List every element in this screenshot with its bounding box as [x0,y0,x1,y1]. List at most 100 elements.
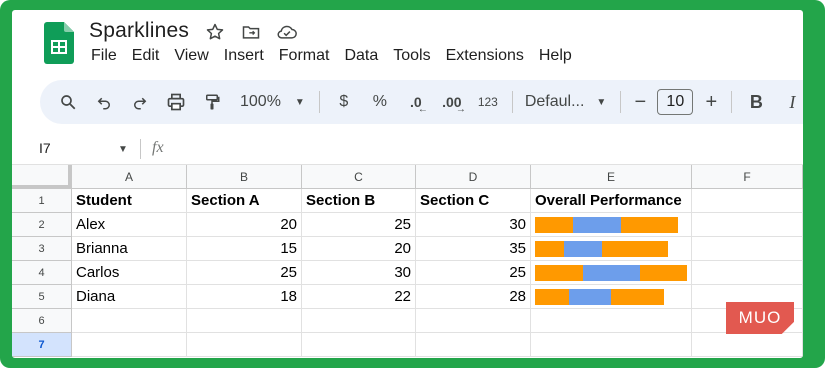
cell-e2[interactable] [531,213,692,237]
document-title[interactable]: Sparklines [89,19,189,43]
cell-d5[interactable]: 28 [416,285,531,309]
sparkline-segment-section-c [601,240,668,257]
cell-e6[interactable] [531,309,692,333]
row-header-5[interactable]: 5 [12,285,72,309]
row-header-7[interactable]: 7 [12,333,72,357]
column-header-a[interactable]: A [72,165,187,189]
decrease-decimal-button[interactable]: .0 ← [398,87,434,117]
cell-d4[interactable]: 25 [416,261,531,285]
search-menus-icon[interactable] [50,87,86,117]
cell-e4[interactable] [531,261,692,285]
name-box[interactable]: I7 [39,140,51,156]
cell-c2[interactable]: 25 [302,213,416,237]
cell-d7[interactable] [416,333,531,357]
sparkline-bar [535,216,687,233]
number-format-button[interactable]: 123 [470,87,506,117]
cell-a7[interactable] [72,333,187,357]
paint-format-icon[interactable] [194,87,230,117]
font-size-input[interactable]: 10 [657,89,694,115]
cell-a2[interactable]: Alex [72,213,187,237]
cell-b1[interactable]: Section A [187,189,302,213]
bold-button[interactable]: B [738,87,774,117]
move-folder-icon[interactable] [240,21,262,43]
zoom-select[interactable]: 100% ▼ [240,87,305,117]
name-box-dropdown-icon[interactable]: ▼ [118,144,128,155]
column-header-b[interactable]: B [187,165,302,189]
cell-c5[interactable]: 22 [302,285,416,309]
cell-f1[interactable] [692,189,803,213]
print-icon[interactable] [158,87,194,117]
cell-b3[interactable]: 15 [187,237,302,261]
cell-c1[interactable]: Section B [302,189,416,213]
redo-icon[interactable] [122,87,158,117]
cell-a6[interactable] [72,309,187,333]
font-select[interactable]: Defaul... ▼ [525,87,607,117]
sparkline-segment-section-a [535,288,570,305]
menu-extensions[interactable]: Extensions [446,47,532,65]
column-header-c[interactable]: C [302,165,416,189]
cell-b5[interactable]: 18 [187,285,302,309]
menu-insert[interactable]: Insert [224,47,272,65]
row-header-3[interactable]: 3 [12,237,72,261]
cell-a3[interactable]: Brianna [72,237,187,261]
currency-format-button[interactable]: $ [326,87,362,117]
sheets-logo-icon[interactable] [44,22,74,64]
select-all-corner[interactable] [12,165,72,189]
column-header-e[interactable]: E [531,165,692,189]
cell-d2[interactable]: 30 [416,213,531,237]
cell-c4[interactable]: 30 [302,261,416,285]
menu-file[interactable]: File [91,47,125,65]
cell-f4[interactable] [692,261,803,285]
table-row: 7 [12,333,803,357]
row-header-6[interactable]: 6 [12,309,72,333]
row-header-4[interactable]: 4 [12,261,72,285]
menu-format[interactable]: Format [279,47,338,65]
cell-b6[interactable] [187,309,302,333]
sparkline-segment-section-b [569,288,611,305]
percent-format-button[interactable]: % [362,87,398,117]
sparkline-segment-section-a [535,240,564,257]
cell-a5[interactable]: Diana [72,285,187,309]
cell-f7[interactable] [692,333,803,357]
sparkline-bar [535,240,687,257]
cell-b7[interactable] [187,333,302,357]
cell-c6[interactable] [302,309,416,333]
toolbar-divider [318,91,320,113]
screenshot-frame: Sparklines File Edit View Insert Format … [0,0,825,368]
cell-a1[interactable]: Student [72,189,187,213]
toolbar-divider [620,91,622,113]
cell-f2[interactable] [692,213,803,237]
column-header-f[interactable]: F [692,165,803,189]
cell-e1[interactable]: Overall Performance [531,189,692,213]
cell-d3[interactable]: 35 [416,237,531,261]
cell-e7[interactable] [531,333,692,357]
menu-data[interactable]: Data [344,47,386,65]
table-row: 6 [12,309,803,333]
cell-d1[interactable]: Section C [416,189,531,213]
cell-e5[interactable] [531,285,692,309]
cell-c7[interactable] [302,333,416,357]
menu-edit[interactable]: Edit [132,47,168,65]
increase-decimal-button[interactable]: .00 → [434,87,470,117]
menu-help[interactable]: Help [539,47,580,65]
column-header-d[interactable]: D [416,165,531,189]
cell-e3[interactable] [531,237,692,261]
star-icon[interactable] [204,21,226,43]
row-header-1[interactable]: 1 [12,189,72,213]
menu-tools[interactable]: Tools [393,47,438,65]
increase-font-size-button[interactable]: + [697,87,725,117]
undo-icon[interactable] [86,87,122,117]
cloud-saved-icon[interactable] [276,21,298,43]
menu-view[interactable]: View [174,47,216,65]
cell-a4[interactable]: Carlos [72,261,187,285]
cell-b2[interactable]: 20 [187,213,302,237]
cell-f3[interactable] [692,237,803,261]
cell-c3[interactable]: 20 [302,237,416,261]
italic-button[interactable]: I [774,87,803,117]
row-header-2[interactable]: 2 [12,213,72,237]
sparkline-segment-section-c [611,288,665,305]
cell-b4[interactable]: 25 [187,261,302,285]
decrease-font-size-button[interactable]: − [627,87,653,117]
cell-d6[interactable] [416,309,531,333]
table-row: 1 Student Section A Section B Section C … [12,189,803,213]
